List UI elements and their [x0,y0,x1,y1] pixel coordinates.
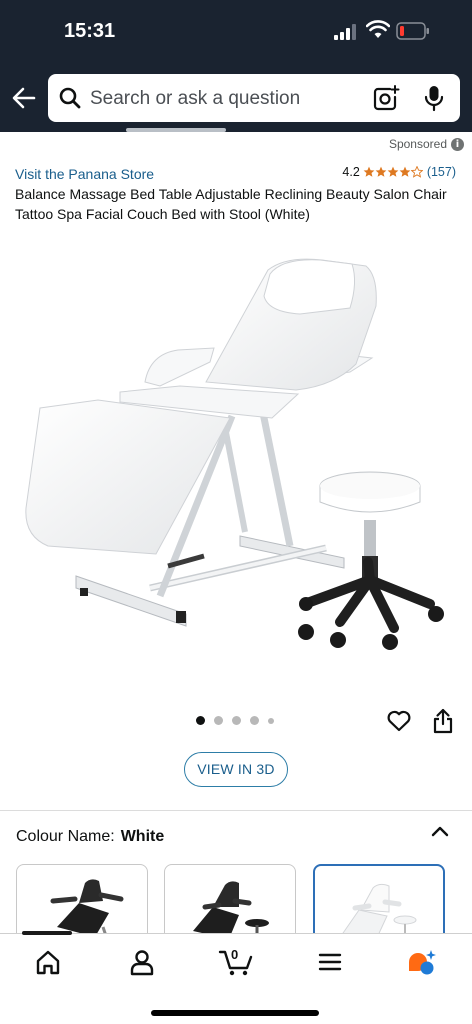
rating-summary[interactable]: 4.2 (157) [342,165,456,179]
back-arrow-icon[interactable] [10,84,38,112]
home-icon[interactable] [32,948,64,976]
image-carousel-dots[interactable] [196,716,274,725]
star-icon [387,166,399,177]
carousel-dot[interactable] [268,717,274,724]
header-scroll-indicator [126,128,226,132]
camera-lens-icon[interactable] [372,84,400,112]
carousel-dot[interactable] [214,716,223,725]
app-header: 15:31 Search or ask a question [0,0,472,132]
cart-button[interactable]: 0 [218,947,254,976]
search-bar[interactable]: Search or ask a question [48,74,460,122]
carousel-dot[interactable] [250,716,259,725]
wifi-icon [366,20,390,38]
store-link[interactable]: Visit the Panana Store [15,166,154,182]
star-icon [375,166,387,177]
battery-icon [396,22,429,40]
colour-label: Colour Name: [16,828,115,845]
product-title: Balance Massage Bed Table Adjustable Rec… [15,186,447,222]
product-image[interactable] [0,236,472,696]
sponsored-label[interactable]: Sponsored i [389,137,464,151]
sponsored-text: Sponsored [388,137,447,151]
swatch-image [340,883,417,942]
cellular-signal-icon [334,24,358,40]
search-input[interactable]: Search or ask a question [90,88,300,110]
info-icon[interactable]: i [451,137,464,151]
status-time: 15:31 [64,20,116,42]
microphone-icon[interactable] [422,84,446,112]
view-in-3d-button[interactable]: VIEW IN 3D [184,752,288,787]
colour-value: White [120,828,165,845]
status-bar: 15:31 [0,0,472,64]
active-tab-indicator [22,931,72,935]
colour-swatch-white-stool[interactable] [313,864,445,944]
colour-selector-header[interactable]: Colour Name: White [16,828,164,846]
chevron-up-icon[interactable] [430,824,450,838]
rufus-icon[interactable] [406,948,438,976]
star-icon [399,166,411,177]
star-outline-icon [410,166,423,178]
home-indicator [151,1010,319,1016]
carousel-dot[interactable] [196,716,205,725]
section-divider [0,810,472,811]
carousel-dot[interactable] [232,716,241,725]
search-icon [59,87,81,109]
star-icon [363,166,375,177]
share-icon[interactable] [432,708,454,734]
rating-value: 4.2 [342,165,360,179]
colour-swatch-black-stool[interactable] [164,864,296,944]
cart-count: 0 [231,947,239,962]
account-icon[interactable] [126,948,158,976]
star-rating [363,166,423,178]
review-count[interactable]: (157) [427,165,456,179]
heart-icon[interactable] [386,709,412,733]
menu-icon[interactable] [314,948,346,976]
